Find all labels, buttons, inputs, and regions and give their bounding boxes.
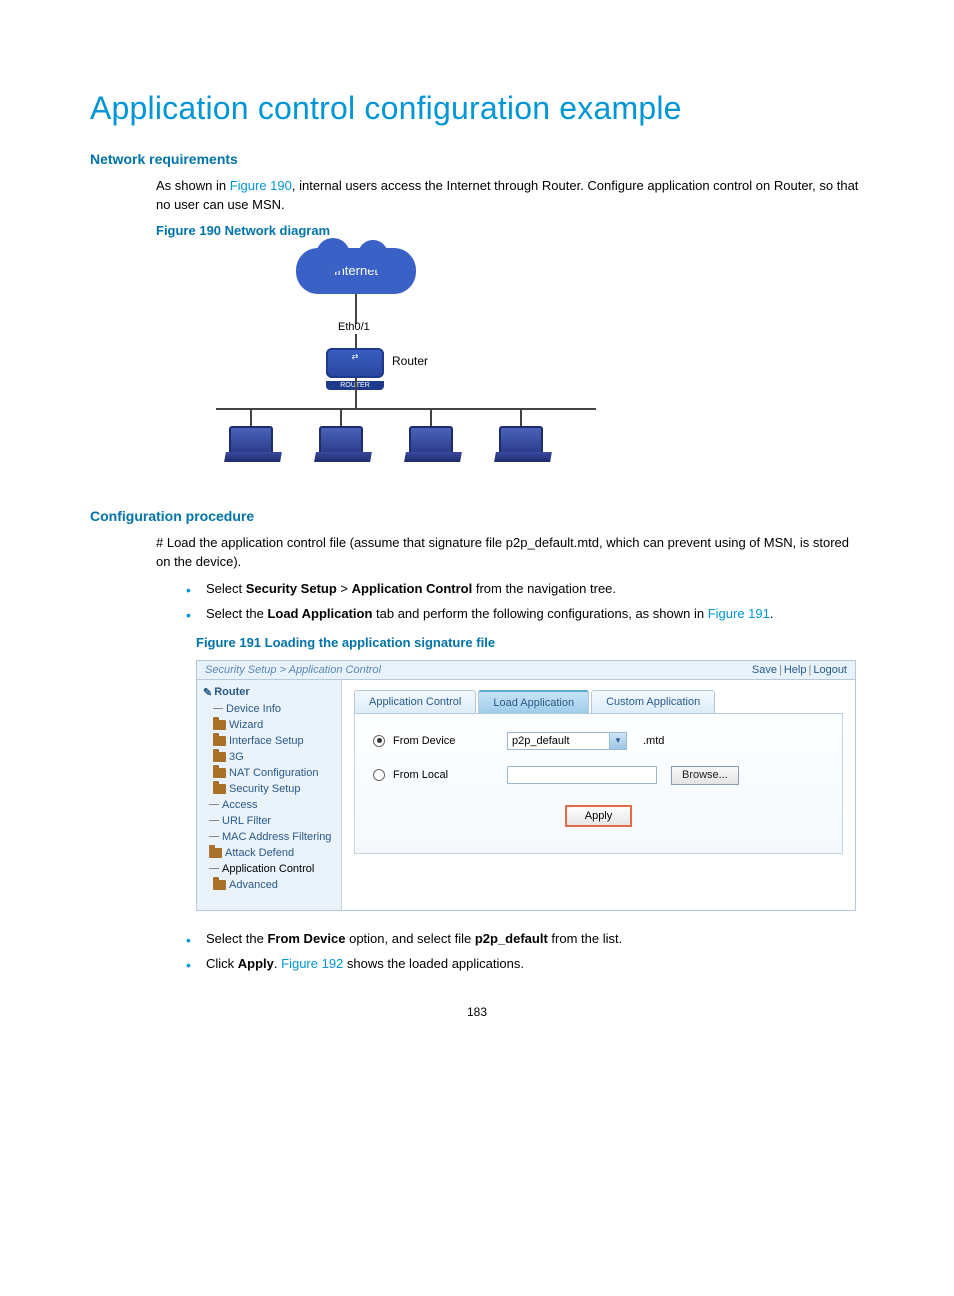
bold-text: From Device [267,931,345,946]
sidebar-item-security-setup[interactable]: Security Setup [211,781,341,797]
link-line [355,294,357,324]
folder-icon [213,880,226,890]
sidebar-item-attack-defend[interactable]: Attack Defend [207,845,341,861]
tree-branch-icon [209,868,219,869]
tree-branch-icon [209,836,219,837]
device-icon: ✎ [203,686,212,699]
host-icon [496,408,546,456]
sidebar-item-mac-address-filtering[interactable]: MAC Address Filtering [207,829,341,845]
sidebar-item-3g[interactable]: 3G [211,749,341,765]
tree-branch-icon [209,804,219,805]
folder-icon [213,736,226,746]
page-title: Application control configuration exampl… [90,90,864,127]
breadcrumb: Security Setup > Application Control [205,664,381,676]
sidebar-item-interface-setup[interactable]: Interface Setup [211,733,341,749]
tab-application-control[interactable]: Application Control [354,690,476,713]
logout-link[interactable]: Logout [813,664,847,676]
figure-190-link[interactable]: Figure 190 [230,178,292,193]
heading-network-requirements: Network requirements [90,151,864,167]
list-item: Select Security Setup > Application Cont… [182,579,864,600]
text: tab and perform the following configurat… [372,606,707,621]
figure-191-link[interactable]: Figure 191 [708,606,770,621]
text: Select the [206,606,267,621]
folder-icon [213,768,226,778]
host-icon [226,408,276,456]
text: shows the loaded applications. [343,956,524,971]
network-requirements-para: As shown in Figure 190, internal users a… [156,177,864,215]
help-link[interactable]: Help [784,664,807,676]
sidebar-item-wizard[interactable]: Wizard [211,717,341,733]
folder-icon [209,848,222,858]
top-links: Save|Help|Logout [752,664,847,676]
host-icon [316,408,366,456]
from-local-label: From Local [393,769,448,781]
nav-root[interactable]: ✎Router [199,684,341,701]
chevron-down-icon[interactable]: ▾ [609,733,626,749]
local-file-input[interactable] [507,766,657,784]
bold-text: Application Control [352,581,473,596]
text: As shown in [156,178,230,193]
bold-text: Load Application [267,606,372,621]
text: Select [206,581,246,596]
folder-icon [213,720,226,730]
text: from the list. [548,931,622,946]
nav-tree: ✎Router Device Info Wizard Interface Set… [197,680,342,910]
from-local-radio[interactable] [373,769,385,781]
interface-label: Eth0/1 [338,321,370,333]
internet-cloud-icon: Internet [296,248,416,294]
from-device-label: From Device [393,735,455,747]
sidebar-item-nat-configuration[interactable]: NAT Configuration [211,765,341,781]
list-item: Click Apply. Figure 192 shows the loaded… [182,954,864,975]
sidebar-item-access[interactable]: Access [207,797,341,813]
tree-branch-icon [213,708,223,709]
folder-icon [213,784,226,794]
text: Select the [206,931,267,946]
list-item: Select the From Device option, and selec… [182,929,864,950]
config-para-1: # Load the application control file (ass… [156,534,864,572]
router-icon: ⇄ [326,348,384,378]
text: from the navigation tree. [472,581,616,596]
network-diagram: Internet Eth0/1 ⇄ Router [216,248,636,488]
list-item: Select the Load Application tab and perf… [182,604,864,625]
figure-191-caption: Figure 191 Loading the application signa… [196,635,864,650]
tab-custom-application[interactable]: Custom Application [591,690,715,713]
router-label: Router [392,354,428,368]
figure-190-caption: Figure 190 Network diagram [156,223,864,238]
text: option, and select file [345,931,474,946]
sidebar-item-device-info[interactable]: Device Info [211,701,341,717]
tree-branch-icon [209,820,219,821]
apply-button[interactable]: Apply [565,805,633,827]
sidebar-item-advanced[interactable]: Advanced [211,877,341,893]
page-number: 183 [90,1005,864,1019]
sidebar-item-application-control[interactable]: Application Control [207,861,341,877]
bold-text: Security Setup [246,581,337,596]
bold-text: Apply [238,956,274,971]
from-device-radio[interactable] [373,735,385,747]
signature-file-select[interactable]: p2p_default ▾ [507,732,627,750]
sidebar-item-url-filter[interactable]: URL Filter [207,813,341,829]
text: . [770,606,774,621]
file-extension-label: .mtd [643,735,664,747]
text: > [337,581,352,596]
select-value: p2p_default [508,735,609,747]
link-line [355,378,357,408]
figure-192-link[interactable]: Figure 192 [281,956,343,971]
bold-text: p2p_default [475,931,548,946]
browse-button[interactable]: Browse... [671,766,739,785]
text: Click [206,956,238,971]
host-icon [406,408,456,456]
folder-icon [213,752,226,762]
heading-configuration-procedure: Configuration procedure [90,508,864,524]
router-ui-screenshot: Security Setup > Application Control Sav… [196,660,856,911]
save-link[interactable]: Save [752,664,777,676]
tab-load-application[interactable]: Load Application [478,690,589,713]
